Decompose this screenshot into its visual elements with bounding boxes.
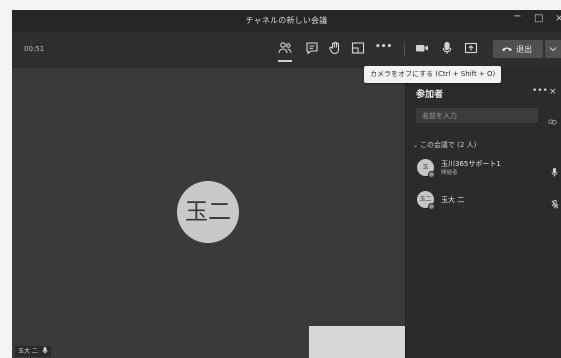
participant-search-box bbox=[416, 108, 538, 123]
share-invite-icon bbox=[548, 119, 557, 125]
meeting-toolbar: 00:51 ••• 退出 bbox=[12, 32, 561, 68]
chat-button[interactable] bbox=[304, 40, 320, 58]
toolbar-divider bbox=[404, 43, 405, 57]
title-bar: チャネルの新しい会議 − □ × bbox=[12, 10, 561, 32]
camera-tooltip: カメラをオフにする (Ctrl + Shift + O) bbox=[364, 66, 502, 83]
meeting-stage: 玉二 玉大 二 bbox=[12, 68, 405, 358]
presence-status-dot bbox=[428, 171, 435, 178]
raise-hand-button[interactable] bbox=[327, 40, 343, 58]
hang-up-icon bbox=[502, 47, 512, 52]
camera-icon bbox=[416, 45, 428, 52]
chevron-down-icon bbox=[549, 47, 557, 52]
window-title: チャネルの新しい会議 bbox=[245, 16, 328, 25]
people-icon bbox=[278, 42, 292, 54]
rooms-icon bbox=[351, 42, 365, 54]
mic-icon bbox=[442, 41, 452, 54]
active-tab-indicator bbox=[278, 60, 292, 62]
more-icon: ••• bbox=[375, 42, 393, 52]
panel-more-button[interactable]: ••• bbox=[532, 86, 548, 96]
chat-icon bbox=[306, 42, 318, 55]
presence-status-dot bbox=[428, 203, 435, 210]
share-icon bbox=[464, 42, 478, 54]
participant-name: 玉大 二 bbox=[441, 196, 465, 204]
more-actions-button[interactable]: ••• bbox=[375, 42, 393, 60]
panel-close-button[interactable]: × bbox=[549, 87, 557, 97]
participant-search-input[interactable] bbox=[416, 108, 538, 123]
mic-icon bbox=[42, 347, 48, 354]
name-tag-label: 玉大 二 bbox=[18, 348, 38, 355]
participant-avatar-large: 玉二 bbox=[177, 181, 239, 243]
participant-row[interactable]: 玉 玉川365サポート1 開催者 bbox=[406, 157, 561, 179]
participant-role: 開催者 bbox=[441, 170, 458, 176]
self-video-preview[interactable] bbox=[309, 326, 405, 358]
share-screen-button[interactable] bbox=[463, 40, 479, 58]
teams-meeting-window: チャネルの新しい会議 − □ × 00:51 ••• 退出 カメラをオフにする … bbox=[12, 10, 561, 358]
minimize-button[interactable]: − bbox=[513, 11, 521, 22]
leave-label: 退出 bbox=[516, 45, 532, 54]
leave-meeting-button[interactable]: 退出 bbox=[493, 40, 543, 58]
chevron-down-icon: ⌄ bbox=[413, 142, 420, 149]
close-button[interactable]: × bbox=[555, 13, 561, 24]
breakout-rooms-button[interactable] bbox=[350, 40, 366, 58]
participants-panel: 参加者 ••• × ⌄ この会議で (2 人) 玉 玉川365サポート1 開催者 bbox=[405, 68, 561, 358]
section-header-label: この会議で (2 人) bbox=[419, 141, 477, 149]
mic-muted-icon bbox=[551, 194, 559, 213]
in-meeting-section-header[interactable]: ⌄ この会議で (2 人) bbox=[413, 140, 476, 150]
maximize-button[interactable]: □ bbox=[534, 13, 543, 24]
show-participants-button[interactable] bbox=[277, 40, 293, 62]
participant-name-tag: 玉大 二 bbox=[15, 346, 51, 357]
participant-row[interactable]: 玉二 玉大 二 bbox=[406, 189, 561, 211]
mic-icon bbox=[551, 162, 558, 181]
share-invite-button[interactable] bbox=[548, 111, 557, 130]
panel-title: 参加者 bbox=[416, 90, 444, 100]
microphone-toggle-button[interactable] bbox=[439, 40, 455, 58]
camera-toggle-button[interactable] bbox=[414, 40, 430, 58]
leave-options-dropdown[interactable] bbox=[545, 40, 561, 58]
hand-icon bbox=[329, 41, 340, 55]
meeting-timer: 00:51 bbox=[24, 45, 45, 53]
